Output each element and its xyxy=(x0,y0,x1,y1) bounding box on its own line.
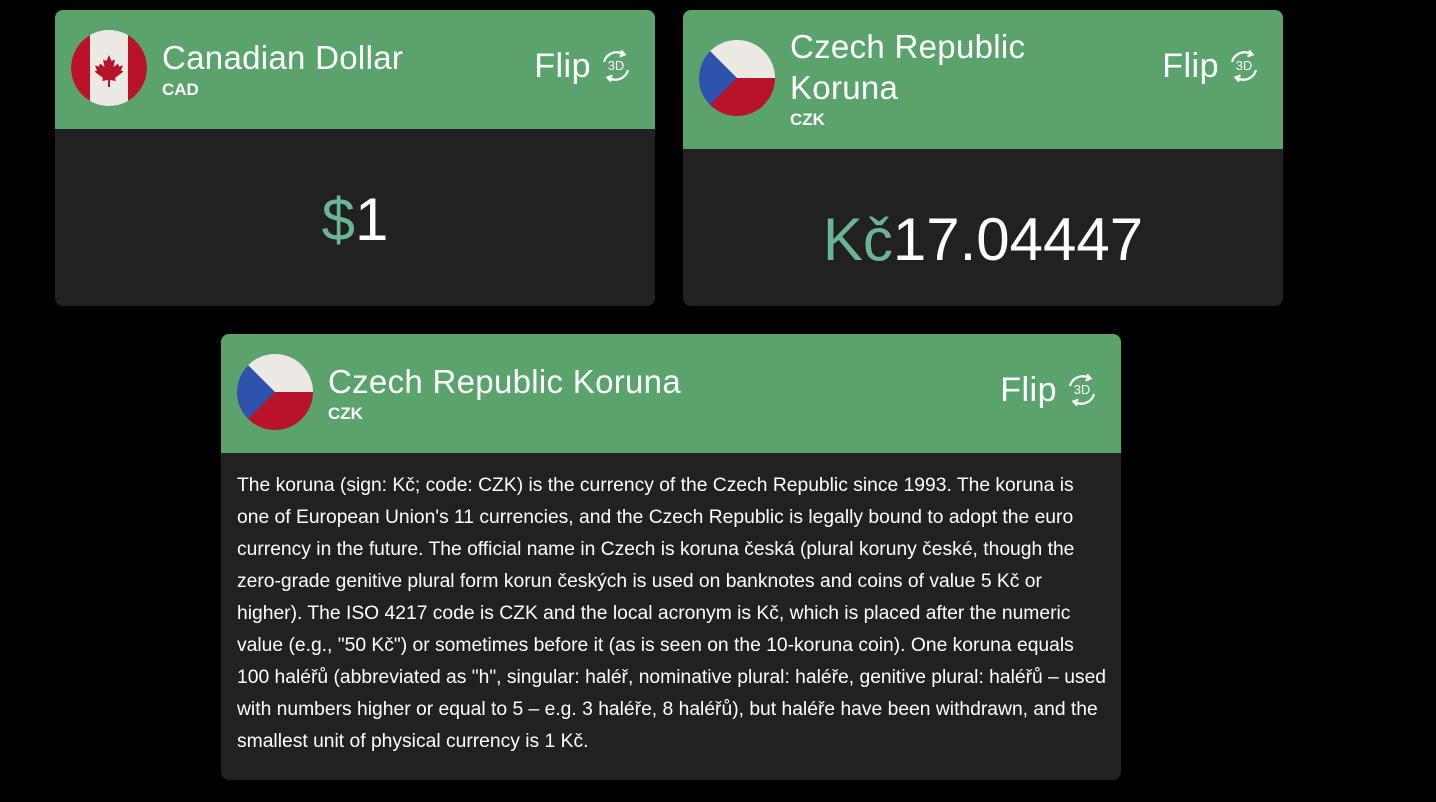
svg-text:3D: 3D xyxy=(1236,58,1253,73)
currency-code: CAD xyxy=(162,80,199,99)
title-block: Czech Republic Koruna CZK xyxy=(328,361,681,424)
flip-label: Flip xyxy=(1162,47,1219,85)
currency-code: CZK xyxy=(328,404,363,423)
currency-name: Czech Republic Koruna xyxy=(790,28,1026,106)
converted-amount: $1 xyxy=(55,185,655,255)
flip-button[interactable]: Flip 3D xyxy=(1000,370,1101,410)
flip-button[interactable]: Flip 3D xyxy=(1162,46,1263,86)
3d-rotate-icon: 3D xyxy=(1068,373,1096,407)
card-header: Czech Republic Koruna CZK Flip 3D xyxy=(221,334,1121,453)
currency-card-cad: Canadian Dollar CAD Flip 3D $1 xyxy=(55,10,655,306)
czech-flag-icon xyxy=(699,40,775,116)
currency-name: Canadian Dollar xyxy=(162,39,404,76)
3d-rotate-icon: 3D xyxy=(1230,49,1258,83)
converted-amount: Kč17.04447 xyxy=(683,205,1283,275)
czech-flag-icon xyxy=(237,354,313,430)
flip-label: Flip xyxy=(534,47,591,85)
amount-value: 17.04447 xyxy=(892,206,1144,273)
svg-text:3D: 3D xyxy=(1074,382,1091,397)
svg-text:3D: 3D xyxy=(608,58,625,73)
currency-card-czk: Czech Republic Koruna CZK Flip 3D Kč17.0… xyxy=(683,10,1283,306)
currency-code: CZK xyxy=(790,110,825,129)
3d-rotate-icon: 3D xyxy=(602,49,630,83)
card-header: Canadian Dollar CAD Flip 3D xyxy=(55,10,655,129)
title-block: Canadian Dollar CAD xyxy=(162,37,403,100)
title-block: Czech Republic Koruna CZK xyxy=(790,26,1060,130)
flip-button[interactable]: Flip 3D xyxy=(534,46,635,86)
currency-info-card-czk: Czech Republic Koruna CZK Flip 3D The ko… xyxy=(221,334,1121,780)
card-header: Czech Republic Koruna CZK Flip 3D xyxy=(683,10,1283,149)
amount-value: 1 xyxy=(355,186,389,253)
canada-flag-icon xyxy=(71,30,147,106)
flip-label: Flip xyxy=(1000,371,1057,409)
currency-description: The koruna (sign: Kč; code: CZK) is the … xyxy=(237,475,1107,752)
currency-name: Czech Republic Koruna xyxy=(328,363,681,400)
currency-symbol: $ xyxy=(321,186,355,253)
currency-symbol: Kč xyxy=(822,206,893,273)
